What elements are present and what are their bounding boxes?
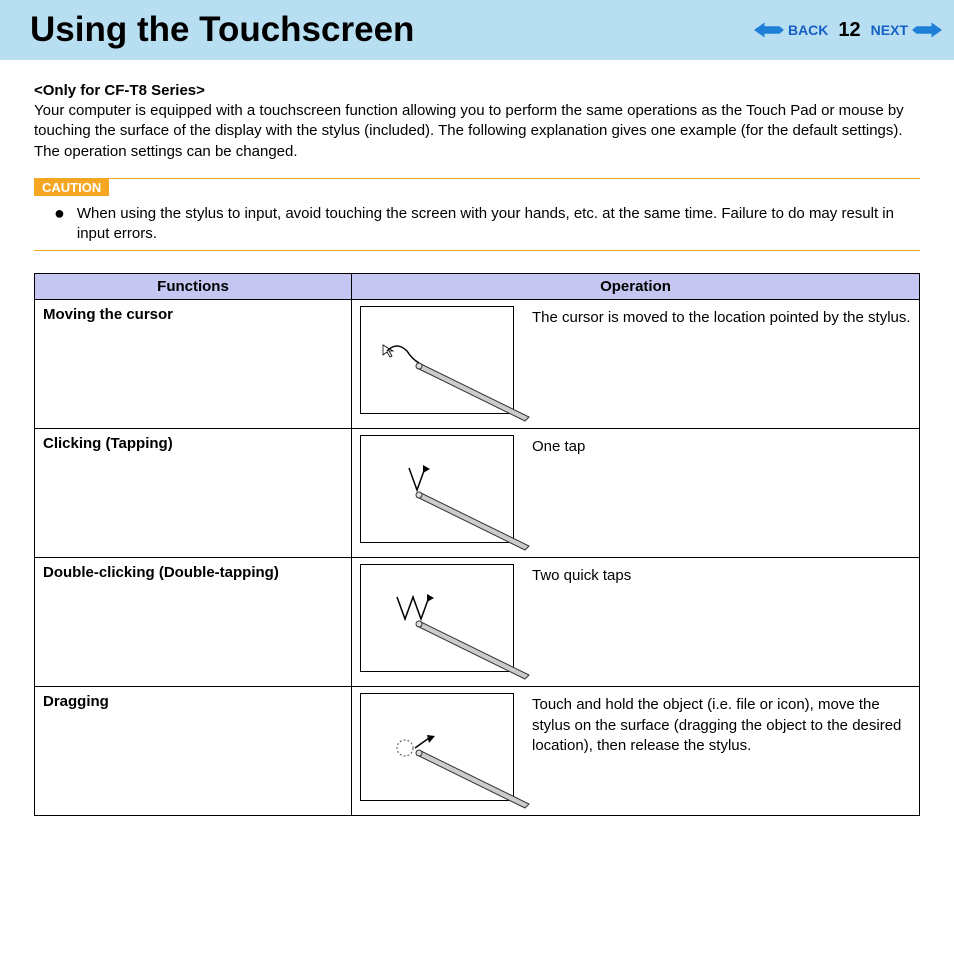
function-cell: Double-clicking (Double-tapping) [35, 558, 352, 687]
header-bar: Using the Touchscreen BACK 12 NEXT [0, 0, 954, 60]
content-area: <Only for CF-T8 Series> Your computer is… [0, 60, 954, 836]
back-link[interactable]: BACK [788, 22, 828, 38]
operation-text: The cursor is moved to the location poin… [532, 306, 911, 328]
operation-cell: One tap [352, 429, 920, 558]
next-arrow-icon[interactable] [912, 21, 942, 39]
stylus-diagram-icon [360, 306, 514, 414]
next-link[interactable]: NEXT [871, 22, 908, 38]
operation-text: Two quick taps [532, 564, 911, 586]
page-number: 12 [838, 19, 860, 42]
function-name: Dragging [43, 693, 109, 710]
table-row: Double-clicking (Double-tapping) Two quic… [35, 558, 920, 687]
subtitle: <Only for CF-T8 Series> [34, 82, 920, 99]
table-row: Clicking (Tapping) One tap [35, 429, 920, 558]
caution-item: ● When using the stylus to input, avoid … [34, 204, 920, 245]
caution-label: CAUTION [34, 179, 109, 196]
back-arrow-icon[interactable] [754, 21, 784, 39]
operation-cell: The cursor is moved to the location poin… [352, 300, 920, 429]
table-row: Moving the cursor The cursor is moved to … [35, 300, 920, 429]
header-functions: Functions [35, 274, 352, 300]
operation-text: Touch and hold the object (i.e. file or … [532, 693, 911, 756]
table-row: Dragging Touch and hold the object (i.e. … [35, 687, 920, 816]
caution-text: When using the stylus to input, avoid to… [77, 204, 920, 245]
function-cell: Dragging [35, 687, 352, 816]
functions-table: Functions Operation Moving the cursor The… [34, 273, 920, 816]
operation-cell: Touch and hold the object (i.e. file or … [352, 687, 920, 816]
stylus-diagram-icon [360, 564, 514, 672]
operation-text: One tap [532, 435, 911, 457]
header-operation: Operation [352, 274, 920, 300]
intro-text: Your computer is equipped with a touchsc… [34, 101, 920, 162]
bullet-icon: ● [54, 204, 65, 222]
operation-cell: Two quick taps [352, 558, 920, 687]
function-name: Moving the cursor [43, 306, 173, 323]
function-name: Clicking (Tapping) [43, 435, 173, 452]
function-name: Double-clicking (Double-tapping) [43, 564, 279, 581]
function-cell: Clicking (Tapping) [35, 429, 352, 558]
stylus-diagram-icon [360, 693, 514, 801]
page-title: Using the Touchscreen [30, 10, 414, 50]
nav-group: BACK 12 NEXT [754, 19, 942, 42]
caution-box: CAUTION ● When using the stylus to input… [34, 178, 920, 252]
stylus-diagram-icon [360, 435, 514, 543]
function-cell: Moving the cursor [35, 300, 352, 429]
